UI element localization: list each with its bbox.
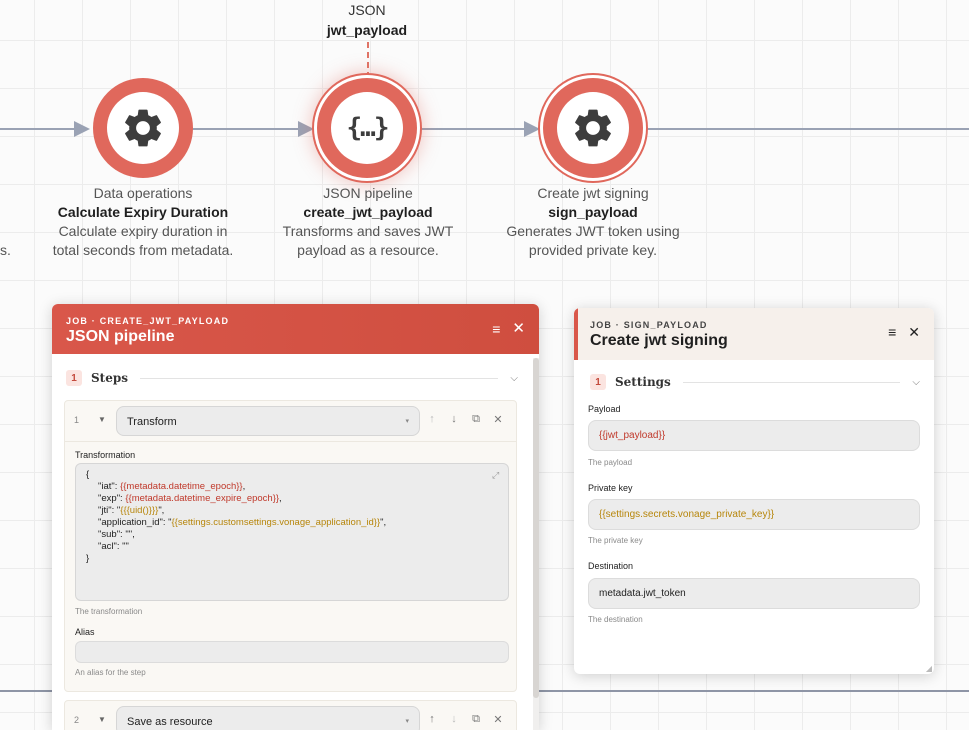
resize-handle-icon[interactable]: ◢ <box>926 664 932 673</box>
step-number: 2 <box>74 715 80 725</box>
chevron-down-icon: ▾ <box>405 418 409 425</box>
settings-section-header[interactable]: 1 Settings ⌵ <box>590 364 920 400</box>
caret-down-icon[interactable]: ▼ <box>98 715 106 724</box>
edge-2 <box>419 128 527 130</box>
braces-icon: {…} <box>346 113 390 143</box>
step-card: 2 ▼ Save as resource ▾ ↑ ↓ ⧉ ✕ <box>64 700 517 730</box>
step-type-select[interactable]: Transform ▾ <box>116 406 420 436</box>
panel-breadcrumb: JOB · SIGN_PAYLOAD <box>590 320 708 330</box>
arrow-icon <box>298 121 314 137</box>
node-3-caption: Create jwt signing sign_payload Generate… <box>506 185 680 258</box>
arrow-icon <box>524 121 540 137</box>
gear-icon <box>575 109 611 147</box>
edge-1 <box>192 128 300 130</box>
divider <box>682 381 901 383</box>
scrollbar-thumb[interactable] <box>533 358 539 698</box>
menu-icon[interactable]: ≡ <box>888 325 896 339</box>
step-number: 1 <box>74 415 80 425</box>
transformation-label: Transformation <box>75 450 136 460</box>
panel-header: JOB · CREATE_JWT_PAYLOAD JSON pipeline ≡… <box>52 304 539 354</box>
chevron-down-icon: ▾ <box>405 718 409 725</box>
node-sign-payload[interactable] <box>543 78 643 178</box>
alias-label: Alias <box>75 627 95 637</box>
section-number-badge: 1 <box>66 370 82 386</box>
payload-hint: The payload <box>588 458 633 467</box>
panel-header: JOB · SIGN_PAYLOAD Create jwt signing ≡ … <box>574 308 934 360</box>
node-calculate-expiry[interactable] <box>93 78 193 178</box>
edge-out <box>647 128 969 130</box>
move-down-icon[interactable]: ↓ <box>449 713 459 726</box>
destination-label: Destination <box>588 561 634 571</box>
expand-icon[interactable]: ⤢ <box>492 469 502 480</box>
chevron-down-icon[interactable]: ⌵ <box>912 377 920 388</box>
alias-hint: An alias for the step <box>75 668 146 677</box>
arrow-icon <box>74 121 90 137</box>
private-key-hint: The private key <box>588 536 643 545</box>
top-node-type: JSON <box>348 2 386 18</box>
caret-down-icon[interactable]: ▼ <box>98 415 106 424</box>
edge-in <box>0 128 78 130</box>
private-key-label: Private key <box>588 483 633 493</box>
divider <box>140 377 499 379</box>
destination-input[interactable]: metadata.jwt_token <box>588 578 920 609</box>
destination-hint: The destination <box>588 615 643 624</box>
move-up-icon[interactable]: ↑ <box>427 713 437 726</box>
step-type-select[interactable]: Save as resource ▾ <box>116 706 420 730</box>
panel-breadcrumb: JOB · CREATE_JWT_PAYLOAD <box>66 316 230 326</box>
payload-label: Payload <box>588 404 621 414</box>
gear-icon <box>125 109 161 147</box>
panel-title: JSON pipeline <box>66 328 175 345</box>
node-create-jwt-payload[interactable]: {…} <box>317 78 417 178</box>
menu-icon[interactable]: ≡ <box>492 322 500 336</box>
chevron-down-icon[interactable]: ⌵ <box>510 373 518 384</box>
alias-input[interactable] <box>75 641 509 663</box>
divider <box>65 441 516 442</box>
jwt-signing-panel: JOB · SIGN_PAYLOAD Create jwt signing ≡ … <box>574 308 934 674</box>
transformation-hint: The transformation <box>75 607 143 616</box>
private-key-input[interactable]: {{settings.secrets.vonage_private_key}} <box>588 499 920 530</box>
cut-text: s. <box>0 242 11 258</box>
section-label: Steps <box>91 371 128 385</box>
delete-icon[interactable]: ✕ <box>493 713 503 726</box>
section-number-badge: 1 <box>590 374 606 390</box>
delete-icon[interactable]: ✕ <box>493 413 503 426</box>
steps-section-header[interactable]: 1 Steps ⌵ <box>66 360 518 396</box>
payload-input[interactable]: {{jwt_payload}} <box>588 420 920 451</box>
step-card: 1 ▼ Transform ▾ ↑ ↓ ⧉ ✕ Transformation ⤢… <box>64 400 517 692</box>
close-icon[interactable]: ✕ <box>908 325 920 339</box>
json-pipeline-panel: JOB · CREATE_JWT_PAYLOAD JSON pipeline ≡… <box>52 304 539 730</box>
section-label: Settings <box>615 375 671 389</box>
close-icon[interactable]: ✕ <box>512 321 525 336</box>
move-up-icon[interactable]: ↑ <box>427 413 437 426</box>
transformation-editor[interactable]: ⤢ { "iat": {{metadata.datetime_epoch}}, … <box>75 463 509 601</box>
copy-icon[interactable]: ⧉ <box>471 713 481 726</box>
node-2-caption: JSON pipeline create_jwt_payload Transfo… <box>282 185 454 258</box>
move-down-icon[interactable]: ↓ <box>449 413 459 426</box>
node-1-caption: Data operations Calculate Expiry Duratio… <box>52 185 234 258</box>
panel-title: Create jwt signing <box>590 332 728 349</box>
top-node-title: jwt_payload <box>326 22 408 38</box>
copy-icon[interactable]: ⧉ <box>471 413 481 426</box>
